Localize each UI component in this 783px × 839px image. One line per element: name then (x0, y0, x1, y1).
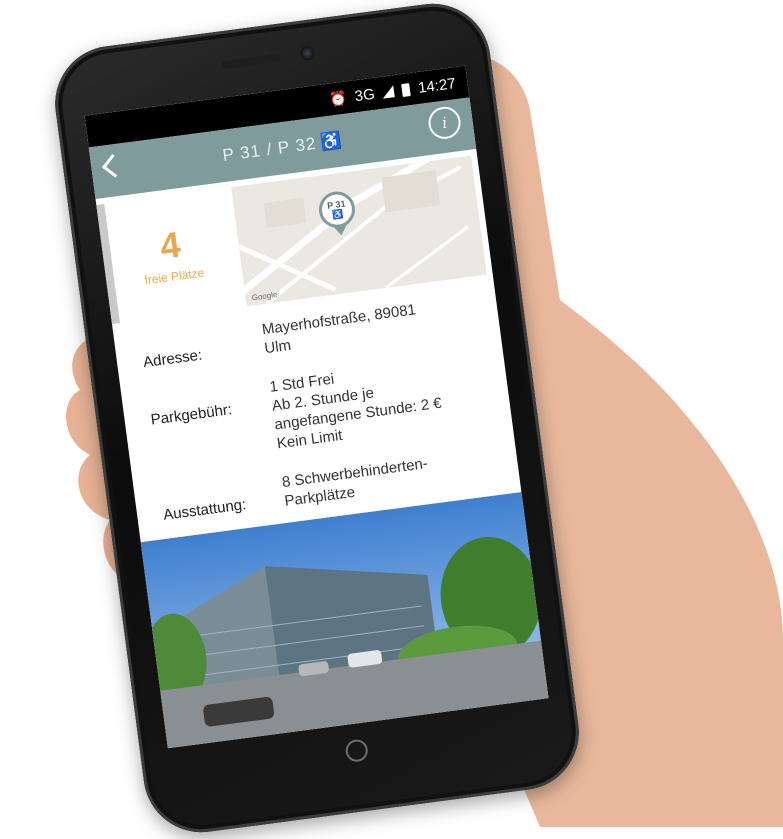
home-button[interactable] (344, 738, 370, 763)
signal-icon (381, 85, 396, 99)
info-button[interactable]: i (426, 104, 463, 141)
status-time: 14:27 (417, 74, 457, 97)
fee-value: 1 Std Frei Ab 2. Stunde je angefangene S… (268, 350, 492, 454)
free-spaces-label: freie Plätze (143, 265, 205, 288)
alarm-icon: ⏰ (328, 88, 348, 108)
wheelchair-icon: ♿ (319, 130, 344, 153)
app-screen: ⏰ 3G 14:27 P 31 / P 32 ♿ i 4 freie Plätz… (84, 65, 549, 749)
free-spaces-count: 4 (157, 223, 183, 267)
equipment-label: Ausstattung: (162, 496, 248, 524)
address-label: Adresse: (142, 346, 204, 372)
page-title-text: P 31 / P 32 (221, 133, 318, 165)
fee-label: Parkgebühr: (149, 401, 233, 429)
front-camera (299, 45, 316, 61)
page-title: P 31 / P 32 ♿ (221, 130, 343, 166)
earpiece-speaker (220, 53, 282, 70)
address-value: Mayerhofstraße, 89081 Ulm (261, 292, 480, 358)
chevron-left-icon[interactable] (101, 153, 126, 178)
battery-icon (401, 82, 412, 97)
network-indicator: 3G (353, 85, 376, 105)
free-spaces-panel: 4 freie Plätze (96, 188, 239, 324)
